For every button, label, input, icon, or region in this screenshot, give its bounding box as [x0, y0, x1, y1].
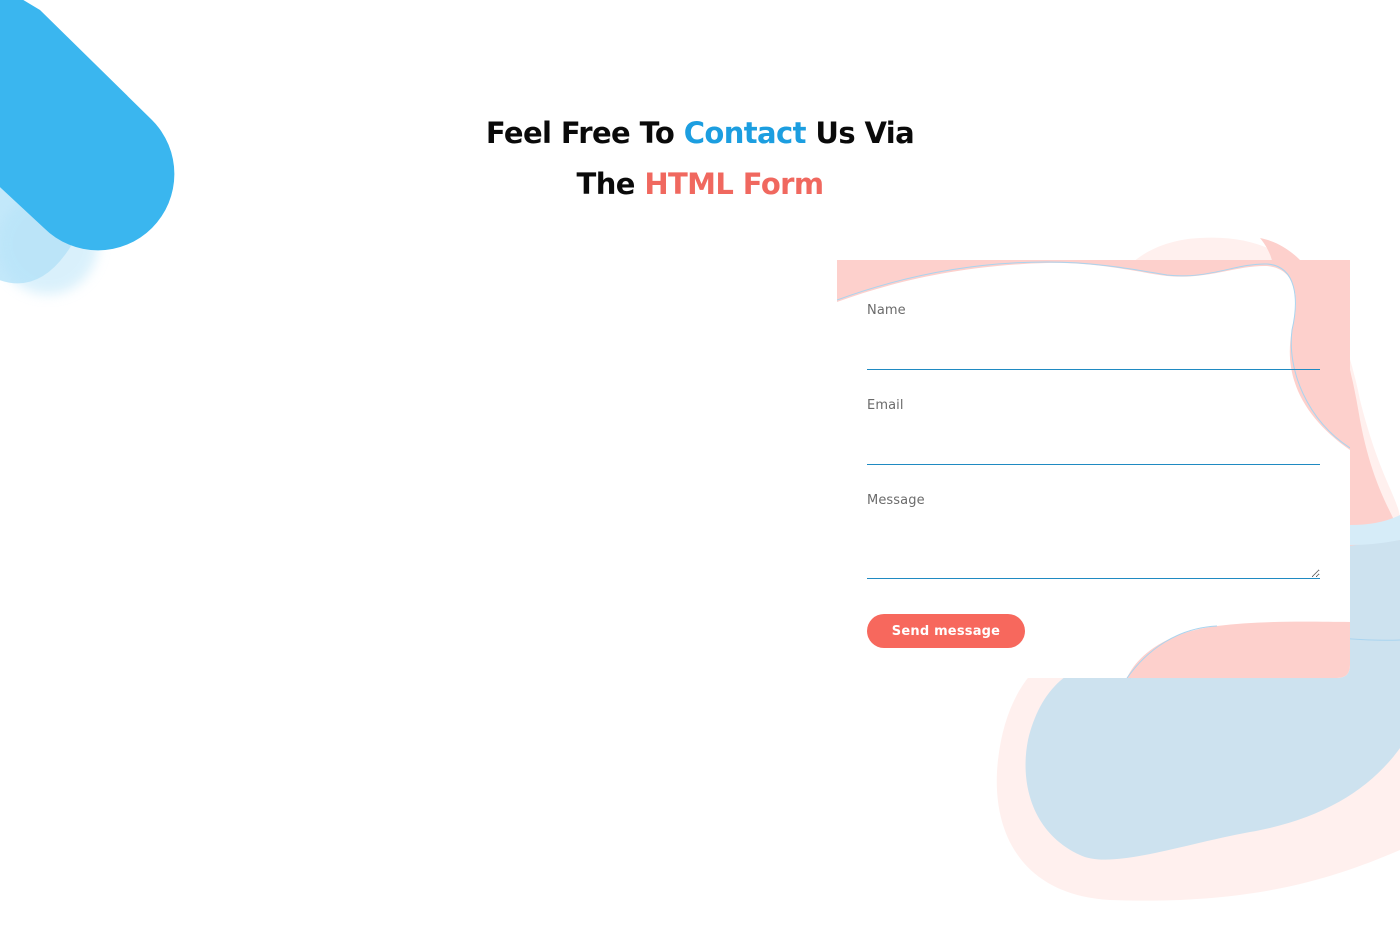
- page-heading: Feel Free To Contact Us Via The HTML For…: [0, 108, 1400, 210]
- email-label: Email: [867, 398, 904, 413]
- message-textarea[interactable]: [867, 521, 1320, 579]
- send-message-button[interactable]: Send message: [867, 614, 1025, 648]
- contact-form-card: Name Email Message Send message: [837, 260, 1350, 678]
- name-label: Name: [867, 303, 906, 318]
- heading-text-3: The: [576, 167, 645, 201]
- heading-highlight-html-form: HTML Form: [644, 167, 824, 201]
- email-input[interactable]: [867, 435, 1320, 465]
- heading-highlight-contact: Contact: [683, 116, 807, 150]
- message-label: Message: [867, 493, 925, 508]
- right-edge-arc: [1350, 515, 1400, 545]
- heading-text-1: Feel Free To: [485, 116, 684, 150]
- heading-text-2: Us Via: [805, 116, 915, 150]
- name-input[interactable]: [867, 340, 1320, 370]
